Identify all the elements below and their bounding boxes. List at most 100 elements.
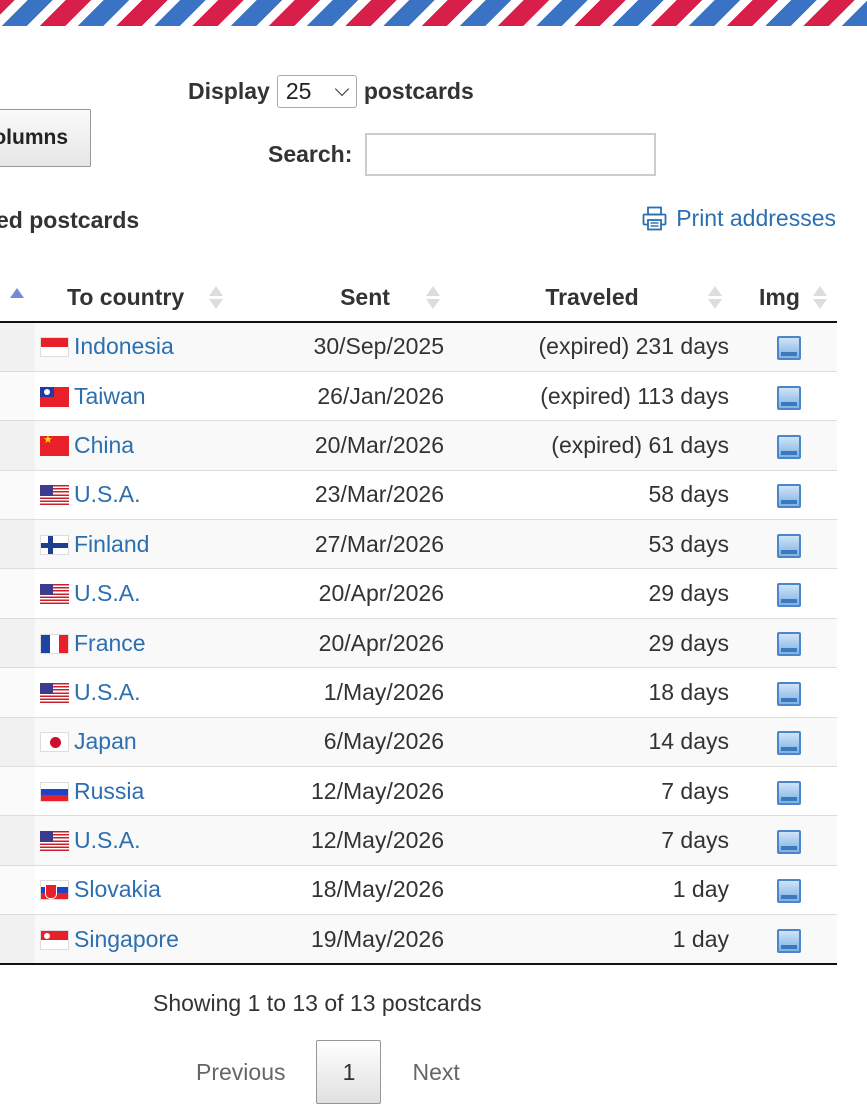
row-sort-cell [0, 667, 35, 718]
flag-icon [40, 831, 69, 852]
country-link[interactable]: Japan [74, 728, 137, 754]
image-icon[interactable] [777, 830, 801, 855]
traveled-cell: 1 day [483, 865, 741, 916]
row-sort-cell [0, 470, 35, 521]
image-icon[interactable] [777, 681, 801, 706]
image-icon[interactable] [777, 434, 801, 459]
country-cell: Russia [35, 766, 267, 817]
header-sent-label: Sent [340, 283, 390, 310]
row-sort-cell [0, 568, 35, 619]
header-to-country-label: To country [67, 283, 185, 310]
country-cell: Japan [35, 717, 267, 768]
table-row: U.S.A. 23/Mar/2026 58 days [0, 470, 837, 521]
country-link[interactable]: Finland [74, 531, 149, 557]
traveled-cell: 14 days [483, 717, 741, 768]
sent-date-cell: 26/Jan/2026 [267, 371, 483, 422]
traveled-cell: (expired) 113 days [483, 371, 741, 422]
country-cell: U.S.A. [35, 470, 267, 521]
img-cell [741, 865, 837, 916]
image-icon[interactable] [777, 780, 801, 805]
search-control: Search: [268, 133, 657, 176]
country-cell: Indonesia [35, 322, 267, 372]
display-count-value: 25 [285, 77, 312, 104]
country-link[interactable]: China [74, 432, 134, 458]
table-row: Slovakia 18/May/2026 1 day [0, 865, 837, 916]
table-row: Russia 12/May/2026 7 days [0, 766, 837, 817]
image-icon[interactable] [777, 632, 801, 657]
country-link[interactable]: Taiwan [74, 383, 146, 409]
header-traveled-label: Traveled [545, 283, 639, 310]
columns-button[interactable]: olumns [0, 109, 91, 167]
header-to-country[interactable]: To country [35, 273, 267, 323]
country-link[interactable]: U.S.A. [74, 827, 140, 853]
row-sort-cell [0, 865, 35, 916]
header-traveled[interactable]: Traveled [483, 273, 741, 323]
img-cell [741, 766, 837, 817]
table-row: Indonesia 30/Sep/2025 (expired) 231 days [0, 322, 837, 372]
traveled-cell: 18 days [483, 667, 741, 718]
sort-column-header[interactable] [0, 273, 35, 323]
traveled-cell: 53 days [483, 519, 741, 570]
header-img[interactable]: Img [741, 273, 837, 323]
display-suffix: postcards [363, 77, 474, 104]
search-input[interactable] [365, 133, 657, 176]
row-sort-cell [0, 717, 35, 768]
image-icon[interactable] [777, 928, 801, 953]
table-row: Singapore 19/May/2026 1 day [0, 914, 837, 966]
img-cell [741, 470, 837, 521]
country-link[interactable]: Russia [74, 778, 144, 804]
country-cell: Singapore [35, 914, 267, 966]
img-cell [741, 667, 837, 718]
table-info: Showing 1 to 13 of 13 postcards [153, 990, 482, 1016]
country-cell: Taiwan [35, 371, 267, 422]
image-icon[interactable] [777, 731, 801, 756]
header-img-label: Img [759, 283, 800, 310]
sort-ascending-icon [10, 288, 24, 298]
country-cell: U.S.A. [35, 568, 267, 619]
img-cell [741, 568, 837, 619]
flag-icon [40, 929, 69, 950]
next-button[interactable]: Next [412, 1059, 459, 1086]
sent-date-cell: 12/May/2026 [267, 766, 483, 817]
header-sent[interactable]: Sent [267, 273, 483, 323]
previous-button[interactable]: Previous [196, 1059, 285, 1086]
row-sort-cell [0, 519, 35, 570]
img-cell [741, 815, 837, 866]
chevron-down-icon [334, 81, 349, 96]
traveled-cell: 29 days [483, 618, 741, 669]
country-link[interactable]: France [74, 630, 146, 656]
flag-icon [40, 485, 69, 506]
country-link[interactable]: U.S.A. [74, 481, 140, 507]
country-link[interactable]: U.S.A. [74, 679, 140, 705]
airmail-border [0, 0, 867, 26]
table-row: Finland 27/Mar/2026 53 days [0, 519, 837, 570]
img-cell [741, 371, 837, 422]
table-row: China 20/Mar/2026(expired) 61 days [0, 420, 837, 471]
country-link[interactable]: Indonesia [74, 333, 174, 359]
display-count-select[interactable]: 25 [276, 74, 357, 108]
image-icon[interactable] [777, 583, 801, 608]
image-icon[interactable] [777, 385, 801, 410]
flag-icon [40, 633, 69, 654]
page-1-button[interactable]: 1 [316, 1040, 382, 1104]
flag-icon [40, 781, 69, 802]
traveled-cell: (expired) 61 days [483, 420, 741, 471]
country-cell: France [35, 618, 267, 669]
country-cell: U.S.A. [35, 815, 267, 866]
image-icon[interactable] [777, 336, 801, 361]
sort-icon [813, 286, 827, 310]
print-addresses-link[interactable]: Print addresses [642, 205, 836, 232]
printer-icon [642, 206, 667, 231]
image-icon[interactable] [777, 484, 801, 509]
country-link[interactable]: U.S.A. [74, 580, 140, 606]
print-addresses-label: Print addresses [676, 205, 836, 231]
country-link[interactable]: Singapore [74, 926, 179, 952]
image-icon[interactable] [777, 533, 801, 558]
country-cell: Finland [35, 519, 267, 570]
row-sort-cell [0, 420, 35, 471]
country-link[interactable]: Slovakia [74, 876, 161, 902]
country-cell: Slovakia [35, 865, 267, 916]
table-row: Taiwan 26/Jan/2026 (expired) 113 days [0, 371, 837, 422]
image-icon[interactable] [777, 879, 801, 904]
pagination: Previous 1 Next [196, 1040, 460, 1104]
